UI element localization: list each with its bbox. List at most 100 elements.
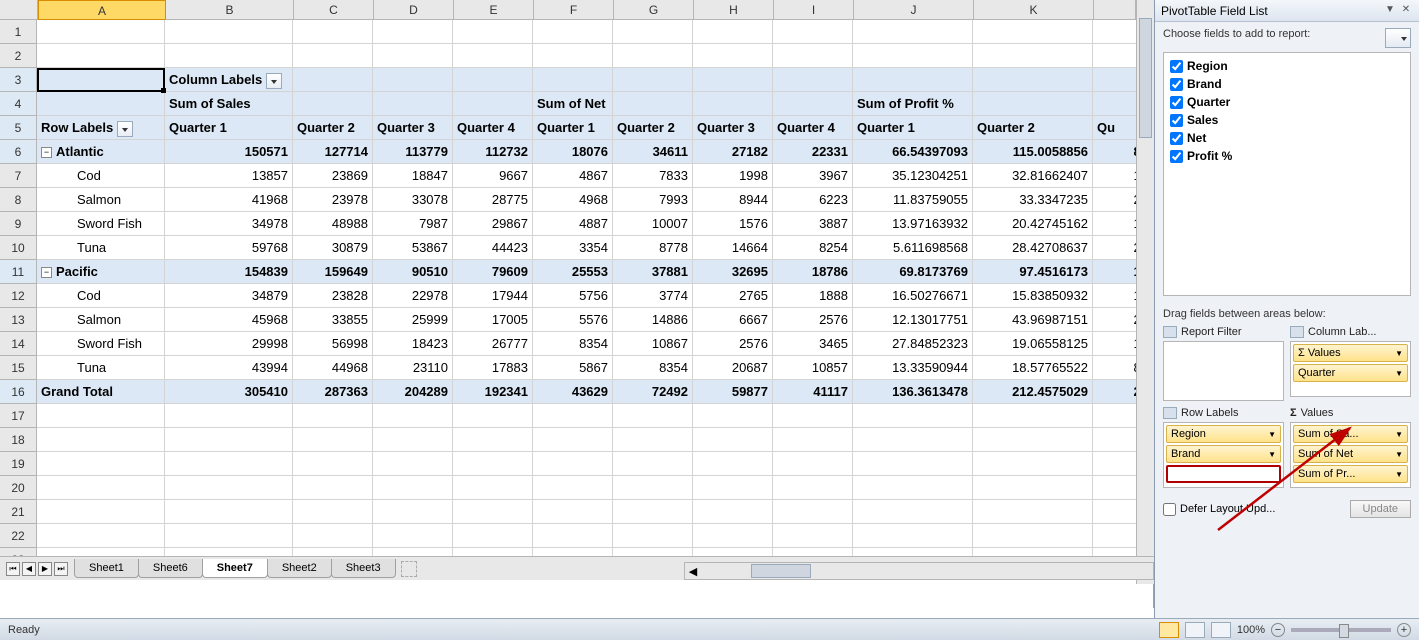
quarter-header[interactable]: Quarter 1	[853, 116, 973, 140]
cell[interactable]	[37, 428, 165, 452]
cell[interactable]	[773, 404, 853, 428]
data-cell[interactable]: 18423	[373, 332, 453, 356]
region-row[interactable]: −Pacific	[37, 260, 165, 284]
data-cell[interactable]: 1998	[693, 164, 773, 188]
quarter-header[interactable]: Quarter 3	[693, 116, 773, 140]
cell[interactable]	[533, 20, 613, 44]
cell[interactable]	[533, 44, 613, 68]
column-header-F[interactable]: F	[534, 0, 614, 20]
cell[interactable]	[453, 404, 533, 428]
row-header-7[interactable]: 7	[0, 164, 37, 188]
data-cell[interactable]: 2576	[773, 308, 853, 332]
column-header-A[interactable]: A	[38, 0, 166, 20]
cell[interactable]	[293, 92, 373, 116]
data-cell[interactable]: 4867	[533, 164, 613, 188]
data-cell[interactable]: 33855	[293, 308, 373, 332]
cell[interactable]	[853, 20, 973, 44]
data-cell[interactable]: 7987	[373, 212, 453, 236]
region-total[interactable]: 69.8173769	[853, 260, 973, 284]
grand-total-cell[interactable]: 212.4575029	[973, 380, 1093, 404]
cell[interactable]	[773, 524, 853, 548]
cell[interactable]	[853, 476, 973, 500]
data-cell[interactable]: 9667	[453, 164, 533, 188]
cell[interactable]	[165, 476, 293, 500]
column-header-C[interactable]: C	[294, 0, 374, 20]
zoom-out-button[interactable]: −	[1271, 623, 1285, 637]
quarter-header[interactable]: Quarter 2	[613, 116, 693, 140]
field-checkbox[interactable]	[1170, 96, 1183, 109]
cell[interactable]	[613, 404, 693, 428]
quarter-header[interactable]: Quarter 1	[165, 116, 293, 140]
cell-grid[interactable]: Column LabelsSum of SalesSum of NetSum o…	[37, 20, 1153, 572]
region-total[interactable]: 112732	[453, 140, 533, 164]
cell[interactable]	[693, 524, 773, 548]
cell[interactable]	[293, 500, 373, 524]
page-layout-view-button[interactable]	[1185, 622, 1205, 638]
cell[interactable]	[773, 476, 853, 500]
cell[interactable]	[773, 500, 853, 524]
row-header-1[interactable]: 1	[0, 20, 37, 44]
row-header-8[interactable]: 8	[0, 188, 37, 212]
close-icon[interactable]: ✕	[1399, 4, 1413, 18]
column-header-E[interactable]: E	[454, 0, 534, 20]
region-total[interactable]: 159649	[293, 260, 373, 284]
data-cell[interactable]: 4968	[533, 188, 613, 212]
row-header-18[interactable]: 18	[0, 428, 37, 452]
cell[interactable]	[613, 500, 693, 524]
data-cell[interactable]: 29867	[453, 212, 533, 236]
row-header-5[interactable]: 5	[0, 116, 37, 140]
data-cell[interactable]: 5867	[533, 356, 613, 380]
cell[interactable]	[693, 20, 773, 44]
cell[interactable]	[973, 452, 1093, 476]
data-cell[interactable]: 3887	[773, 212, 853, 236]
sheet-tab-sheet6[interactable]: Sheet6	[138, 559, 203, 578]
data-cell[interactable]: 23978	[293, 188, 373, 212]
cell[interactable]	[533, 428, 613, 452]
data-cell[interactable]: 8354	[613, 356, 693, 380]
data-cell[interactable]: 28775	[453, 188, 533, 212]
data-cell[interactable]: 14886	[613, 308, 693, 332]
cell[interactable]	[973, 524, 1093, 548]
data-cell[interactable]: 45968	[165, 308, 293, 332]
cell[interactable]	[453, 476, 533, 500]
cell[interactable]	[165, 404, 293, 428]
row-labels-header[interactable]: Row Labels	[37, 116, 165, 140]
row-header-2[interactable]: 2	[0, 44, 37, 68]
region-total[interactable]: 25553	[533, 260, 613, 284]
cell[interactable]	[853, 44, 973, 68]
cell[interactable]	[293, 476, 373, 500]
cell[interactable]	[533, 68, 613, 92]
cell[interactable]	[373, 476, 453, 500]
row-header-14[interactable]: 14	[0, 332, 37, 356]
column-header-G[interactable]: G	[614, 0, 694, 20]
grand-total-label[interactable]: Grand Total	[37, 380, 165, 404]
cell[interactable]	[293, 452, 373, 476]
cell[interactable]	[453, 68, 533, 92]
data-cell[interactable]: 5576	[533, 308, 613, 332]
column-header-D[interactable]: D	[374, 0, 454, 20]
cell[interactable]	[293, 404, 373, 428]
cell[interactable]	[293, 44, 373, 68]
field-chip[interactable]: Brand▼	[1166, 445, 1281, 463]
column-labels-dropdown[interactable]	[266, 73, 282, 89]
data-cell[interactable]: 32.81662407	[973, 164, 1093, 188]
cell[interactable]	[37, 68, 165, 92]
cell[interactable]	[773, 44, 853, 68]
cell[interactable]	[453, 428, 533, 452]
chevron-down-icon[interactable]: ▼	[1383, 4, 1397, 18]
sheet-tab-sheet2[interactable]: Sheet2	[267, 559, 332, 578]
field-checkbox[interactable]	[1170, 114, 1183, 127]
cell[interactable]	[693, 404, 773, 428]
region-total[interactable]: 115.0058856	[973, 140, 1093, 164]
data-cell[interactable]: 3465	[773, 332, 853, 356]
report-filter-dropzone[interactable]	[1163, 341, 1284, 401]
cell[interactable]	[773, 20, 853, 44]
cell[interactable]	[773, 428, 853, 452]
data-cell[interactable]: 3774	[613, 284, 693, 308]
cell[interactable]	[37, 44, 165, 68]
row-header-6[interactable]: 6	[0, 140, 37, 164]
region-total[interactable]: 37881	[613, 260, 693, 284]
data-cell[interactable]: 20687	[693, 356, 773, 380]
grand-total-cell[interactable]: 43629	[533, 380, 613, 404]
cell[interactable]	[373, 428, 453, 452]
